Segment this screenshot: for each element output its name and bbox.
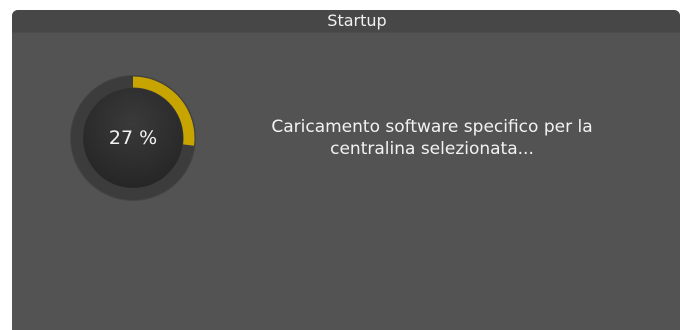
status-message: Caricamento software specifico per la ce… [212, 116, 652, 160]
status-message-line-1: Caricamento software specifico per la [271, 117, 593, 137]
startup-dialog: Startup 27 % Caricamento software specif… [12, 10, 680, 330]
progress-gauge: 27 % [68, 73, 198, 203]
dialog-title: Startup [327, 11, 387, 30]
progress-percent-label: 27 % [108, 127, 158, 149]
dialog-titlebar: Startup [12, 10, 680, 33]
status-message-line-2: centralina selezionata... [330, 139, 534, 159]
